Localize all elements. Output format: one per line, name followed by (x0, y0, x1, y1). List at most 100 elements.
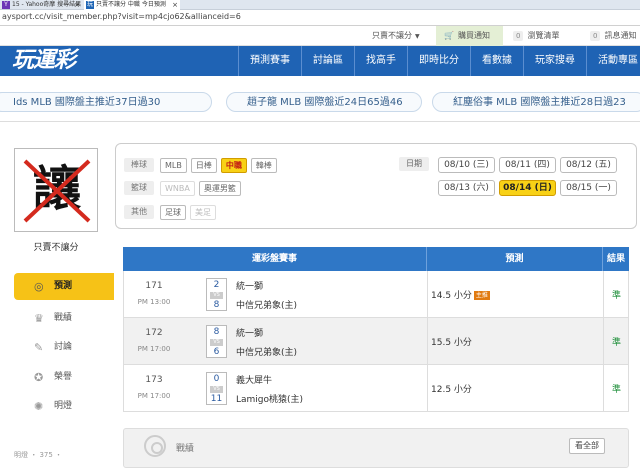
filter-soccer[interactable]: 足球 (160, 204, 186, 220)
date-button[interactable]: 08/12 (五) (560, 157, 617, 173)
sidebar-item-discuss[interactable]: ✎ 討論 (14, 334, 114, 361)
messages-label: 訊息通知 (604, 31, 637, 40)
ticker-item[interactable]: Ids MLB 國際盤主推近37日過30 (0, 92, 212, 112)
prediction: 14.5 小分 主推 (431, 288, 490, 301)
filter-npb[interactable]: 日棒 (190, 157, 217, 173)
date-button[interactable]: 08/15 (一) (560, 180, 617, 196)
filter-category: 棒球 (124, 158, 154, 172)
result-status: 準 (611, 291, 621, 301)
purchase-notice-link[interactable]: 🛒 購買通知 (436, 26, 503, 46)
close-tab-icon[interactable]: × (74, 0, 80, 10)
target-icon: ◎ (34, 280, 44, 293)
address-bar[interactable]: aysport.cc/visit_member.php?visit=mp4cjo… (0, 10, 640, 26)
ranking-ticker: Ids MLB 國際盤主推近37日過30 趙子龍 MLB 國際盤近24日65過4… (0, 88, 640, 116)
browser-tab-bar: Y 15 - Yahoo奇摩 搜尋結果 × 玩 只賣不讓分 中職 今日預測 × (0, 0, 640, 10)
filter-kbo[interactable]: 韓棒 (250, 157, 277, 173)
browser-tab-yahoo[interactable]: Y 15 - Yahoo奇摩 搜尋結果 × (0, 0, 82, 10)
home-score: 6 (213, 347, 220, 357)
site-favicon-icon: 玩 (86, 1, 94, 9)
filter-american-football: 美足 (190, 204, 216, 220)
date-button[interactable]: 08/11 (四) (499, 157, 556, 173)
cart-icon: 🛒 (444, 31, 454, 40)
browser-tab-active[interactable]: 玩 只賣不讓分 中職 今日預測 × (84, 0, 180, 10)
nav-predictions[interactable]: 預測賽事 (238, 46, 301, 76)
result-status: 準 (611, 338, 621, 348)
sidebar-item-label: 榮譽 (54, 372, 73, 382)
medal-icon: ✪ (34, 371, 44, 384)
away-team[interactable]: 統一獅 (236, 326, 263, 339)
scoreboard: 2 VS 8 (206, 278, 227, 311)
yahoo-favicon-icon: Y (2, 1, 10, 9)
prediction: 15.5 小分 (431, 335, 472, 348)
away-score: 2 (213, 280, 220, 290)
scoreboard: 0 VS 11 (206, 372, 227, 405)
filter-row-basketball: 籃球 WNBA 奧運男籃 (124, 180, 245, 196)
nav-stats[interactable]: 看數據 (470, 46, 523, 76)
sidebar-item-lamp[interactable]: ✺ 明燈 (14, 393, 114, 420)
message-count-badge: 0 (590, 31, 601, 41)
divider (427, 365, 428, 411)
date-button[interactable]: 08/10 (三) (438, 157, 495, 173)
sidebar-item-label: 戰績 (54, 313, 73, 323)
nav-find-experts[interactable]: 找高手 (354, 46, 407, 76)
username: 只賣不讓分 (33, 243, 79, 253)
home-score: 8 (213, 300, 220, 310)
ticker-item[interactable]: 趙子龍 MLB 國際盤近24日65過46 (226, 92, 422, 112)
view-all-button[interactable]: 看全部 (569, 438, 605, 454)
column-header-prediction: 預測 (426, 247, 602, 271)
records-panel: 戰績 看全部 (123, 428, 629, 468)
away-team[interactable]: 統一獅 (236, 279, 263, 292)
main-nav: 預測賽事 討論區 找高手 即時比分 看數據 玩家搜尋 活動專區 (238, 46, 640, 76)
sidebar-item-honors[interactable]: ✪ 榮譽 (14, 364, 114, 391)
filter-row-other: 其他 足球 美足 (124, 204, 220, 220)
filter-mlb[interactable]: MLB (160, 157, 187, 173)
account-dropdown[interactable]: 只賣不讓分 ▼ (372, 26, 420, 46)
browse-list-link[interactable]: 0 瀏覽清單 (513, 26, 559, 46)
nav-live-scores[interactable]: 即時比分 (407, 46, 470, 76)
table-row: 173 PM 17:00 0 VS 11 義大犀牛 Lamigo桃猿(主) 12… (123, 365, 629, 412)
away-score: 8 (213, 327, 220, 337)
nav-forum[interactable]: 討論區 (301, 46, 354, 76)
home-score: 11 (210, 394, 223, 404)
records-title: 戰績 (176, 444, 195, 454)
account-dropdown-label: 只賣不讓分 (372, 31, 412, 40)
sidebar-item-predictions[interactable]: ◎ 預測 (14, 273, 114, 300)
cross-out-icon (23, 159, 91, 223)
filter-category: 其他 (124, 205, 154, 219)
chevron-down-icon: ▼ (415, 33, 420, 40)
result-status: 準 (611, 385, 621, 395)
filter-wnba: WNBA (160, 180, 195, 196)
home-team[interactable]: 中信兄弟象(主) (236, 298, 297, 311)
filter-olympic-basketball[interactable]: 奧運男籃 (198, 180, 241, 196)
sidebar-item-records[interactable]: ♛ 戰績 (14, 305, 114, 332)
ticker-item[interactable]: 紅塵俗事 MLB 國際盤主推近28日過23 (432, 92, 640, 112)
date-label: 日期 (399, 157, 429, 171)
filter-cpbl[interactable]: 中職 (220, 157, 247, 173)
column-header-game: 運彩盤賽事 (251, 254, 297, 264)
nav-events[interactable]: 活動專區 (586, 46, 640, 76)
site-header: 玩運彩 預測賽事 討論區 找高手 即時比分 看數據 玩家搜尋 活動專區 (0, 46, 640, 76)
game-number: 171 (145, 281, 163, 291)
lamp-icon: ✺ (34, 400, 44, 413)
pencil-icon: ✎ (34, 341, 44, 354)
address-url[interactable]: aysport.cc/visit_member.php?visit=mp4cjo… (2, 12, 241, 21)
vs-label: VS (210, 292, 223, 299)
close-tab-icon[interactable]: × (172, 0, 178, 10)
site-logo[interactable]: 玩運彩 (12, 48, 76, 74)
date-row: 08/13 (六) 08/14 (日) 08/15 (一) (438, 180, 621, 196)
date-button-selected[interactable]: 08/14 (日) (499, 180, 556, 196)
nav-player-search[interactable]: 玩家搜尋 (523, 46, 586, 76)
sidebar-item-label: 討論 (54, 342, 73, 352)
prediction-text: 15.5 小分 (431, 338, 472, 348)
vs-label: VS (210, 386, 223, 393)
game-number: 173 (145, 375, 163, 385)
game-time: PM 17:00 (137, 345, 171, 353)
messages-link[interactable]: 0 訊息通知 (590, 26, 636, 46)
table-row: 172 PM 17:00 8 VS 6 統一獅 中信兄弟象(主) 15.5 小分… (123, 318, 629, 365)
date-button[interactable]: 08/13 (六) (438, 180, 495, 196)
browse-count-badge: 0 (513, 31, 524, 41)
home-team[interactable]: Lamigo桃猿(主) (236, 392, 303, 405)
home-team[interactable]: 中信兄弟象(主) (236, 345, 297, 358)
away-team[interactable]: 義大犀牛 (236, 373, 272, 386)
browse-list-label: 瀏覽清單 (527, 31, 560, 40)
